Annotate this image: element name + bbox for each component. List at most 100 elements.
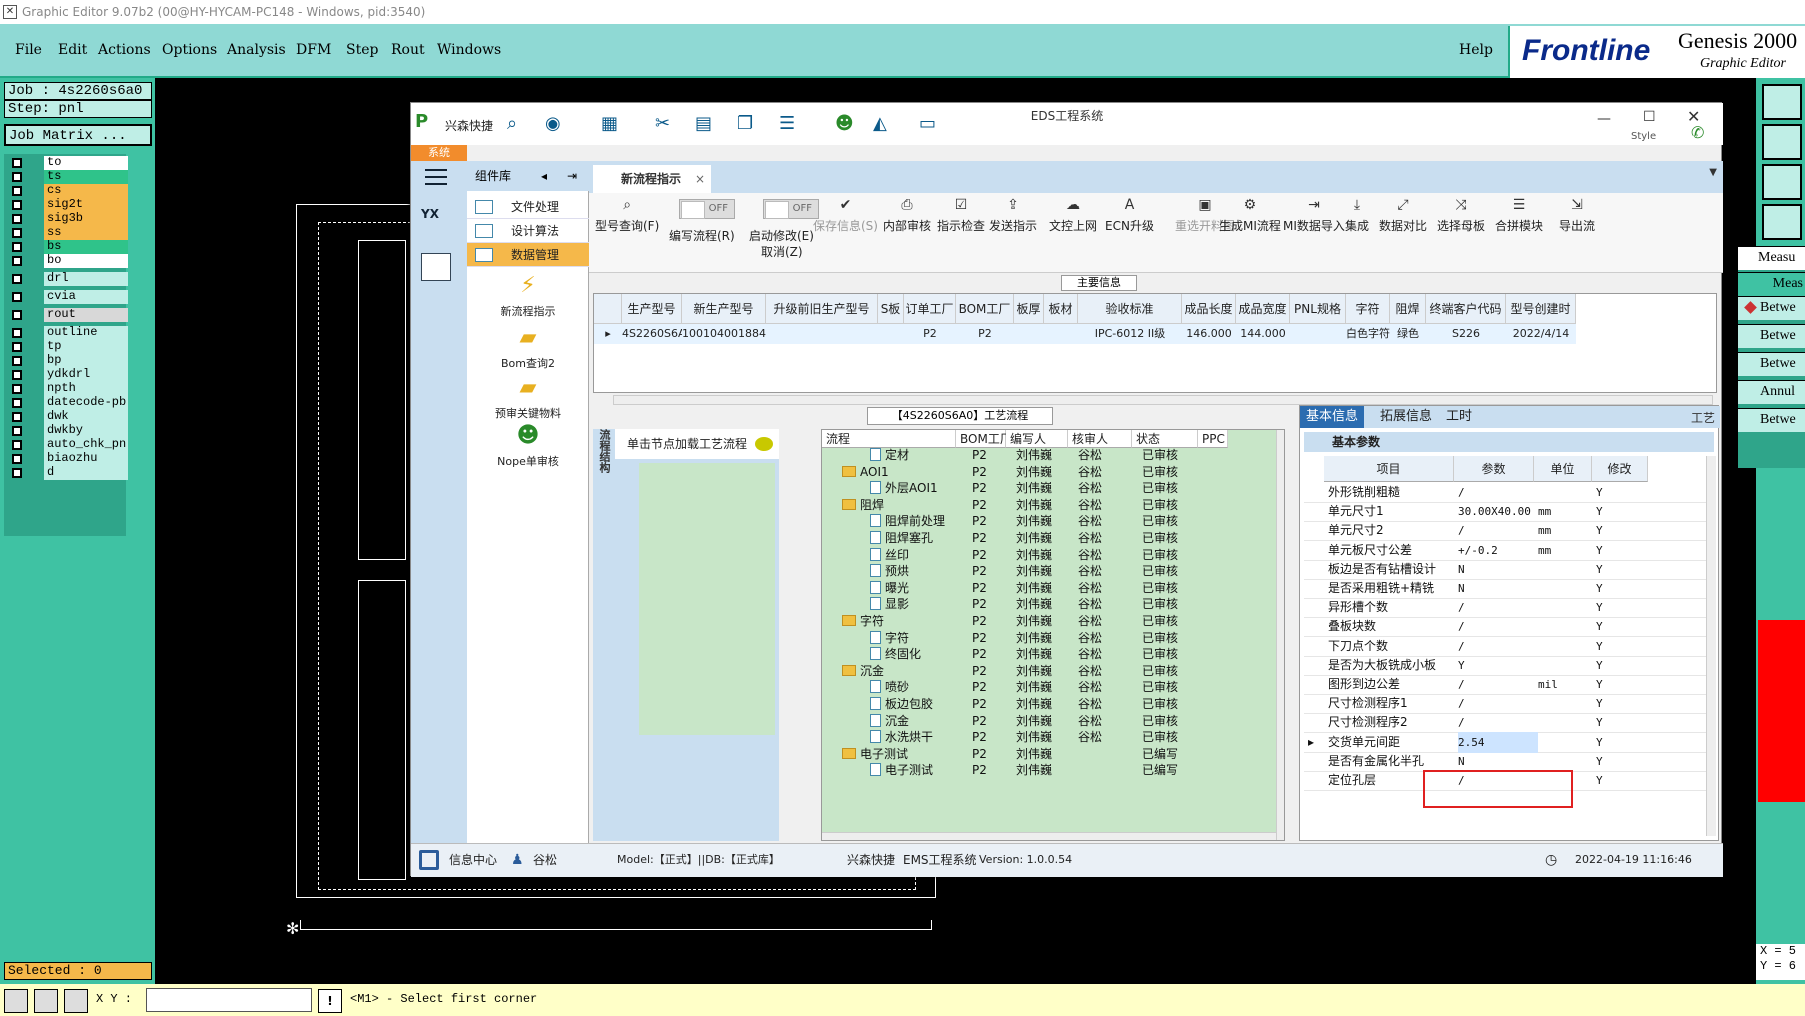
param-row[interactable]: 尺寸检测程序2 / Y <box>1304 712 1706 734</box>
style-dropdown[interactable]: Style <box>1631 131 1656 142</box>
param-row[interactable]: 是否有金属化半孔 N Y <box>1304 751 1706 772</box>
param-row[interactable]: 单元尺寸1 30.00X40.00 mm Y <box>1304 501 1706 523</box>
grid-cell[interactable]: 10010400188446 <box>682 324 766 344</box>
param-row[interactable]: 板边是否有钻槽设计 N Y <box>1304 559 1706 580</box>
param-value[interactable]: N <box>1458 751 1538 772</box>
layer-row[interactable]: dwk <box>8 410 128 424</box>
ribbon-button[interactable]: ⇥ MI数据导入 <box>1283 193 1345 234</box>
grid-cell[interactable]: 144.000 <box>1236 324 1290 344</box>
comp-item-algorithm[interactable]: 设计算法 <box>467 219 589 243</box>
param-value[interactable]: Y <box>1458 655 1538 676</box>
param-value[interactable]: / <box>1458 616 1538 637</box>
menu-options[interactable]: Options <box>162 42 217 58</box>
layer-row[interactable]: bo <box>8 254 128 268</box>
grid-cell[interactable]: 白色字符 <box>1346 324 1390 344</box>
grid-cell[interactable] <box>766 324 878 344</box>
menu-dfm[interactable]: DFM <box>296 42 331 58</box>
layer-row[interactable]: d <box>8 466 128 480</box>
grid-cell[interactable] <box>1044 324 1078 344</box>
grid-header[interactable]: 阻焊 <box>1390 294 1426 324</box>
layer-row[interactable]: ydkdrl <box>8 368 128 382</box>
collapse-left-icon[interactable]: ◂ <box>541 161 547 191</box>
tool-button-1[interactable] <box>1762 84 1802 120</box>
menu-step[interactable]: Step <box>346 42 378 58</box>
param-row[interactable]: 单元尺寸2 /mm Y <box>1304 520 1706 542</box>
menu-actions[interactable]: Actions <box>98 42 151 58</box>
ribbon-button[interactable]: ⤓ 集成 <box>1345 193 1369 234</box>
start-modify-toggle[interactable]: OFF <box>763 199 819 219</box>
param-value[interactable]: / <box>1458 636 1538 657</box>
tool-bom-query[interactable]: ▰ Bom查询2 <box>467 325 589 371</box>
measure-option-5[interactable]: Betwe <box>1738 408 1805 432</box>
tab-work-hours[interactable]: 工时 <box>1440 406 1478 428</box>
layer-checkbox[interactable] <box>12 398 22 408</box>
tool-button-4[interactable] <box>1762 204 1802 240</box>
ribbon-button[interactable]: ⤢ 数据对比 <box>1379 193 1427 234</box>
layer-checkbox[interactable] <box>12 274 22 284</box>
grid-header[interactable]: 板厚 <box>1014 294 1044 324</box>
layer-checkbox[interactable] <box>12 454 22 464</box>
grid-cell[interactable] <box>1014 324 1044 344</box>
grid-tool-icon[interactable] <box>64 989 88 1013</box>
layer-row[interactable]: npth <box>8 382 128 396</box>
layer-checkbox[interactable] <box>12 384 22 394</box>
layer-row[interactable]: tp <box>8 340 128 354</box>
layer-checkbox[interactable] <box>12 468 22 478</box>
layer-row[interactable]: to <box>8 156 128 170</box>
grid-header[interactable]: 新生产型号 <box>682 294 766 324</box>
param-row[interactable]: ▸ 交货单元间距 2.54 Y <box>1304 731 1706 753</box>
grid-cell[interactable] <box>1290 324 1346 344</box>
grid-header[interactable]: 验收标准 <box>1078 294 1182 324</box>
tab-new-flow[interactable]: 新流程指示 × <box>593 165 711 193</box>
layer-checkbox[interactable] <box>12 426 22 436</box>
tool-nope-review[interactable]: ☻ Nope单审核 <box>467 423 589 469</box>
param-value[interactable]: N <box>1458 578 1538 599</box>
layer-checkbox[interactable] <box>12 328 22 338</box>
grid-header[interactable]: BOM工厂 <box>956 294 1014 324</box>
windows-icon[interactable] <box>419 850 439 870</box>
layer-row[interactable]: bs <box>8 240 128 254</box>
layer-row[interactable]: rout <box>8 308 128 322</box>
menu-help[interactable]: Help <box>1459 42 1493 58</box>
param-row[interactable]: 外形铣削粗糙 / Y <box>1304 482 1706 503</box>
cancel-button[interactable]: 取消(Z) <box>761 243 803 260</box>
grid-header[interactable]: 型号创建时 <box>1506 294 1576 324</box>
ribbon-button[interactable]: ✔ 保存信息(S) <box>813 193 878 234</box>
param-row[interactable]: 单元板尺寸公差 +/-0.2 mm Y <box>1304 540 1706 561</box>
grid-cell[interactable] <box>878 324 904 344</box>
job-matrix-button[interactable]: Job Matrix ... <box>4 124 152 146</box>
data-nav-icon[interactable] <box>421 253 451 281</box>
zoom-tool-icon[interactable] <box>4 989 28 1013</box>
layer-row[interactable]: datecode-pb <box>8 396 128 410</box>
layer-checkbox[interactable] <box>12 228 22 238</box>
grid-header[interactable]: 成品宽度 <box>1236 294 1290 324</box>
param-vertical-scrollbar[interactable] <box>1706 456 1716 836</box>
comp-item-file[interactable]: 文件处理 <box>467 195 589 219</box>
tree-vertical-scrollbar[interactable] <box>1276 430 1284 840</box>
tool-button-2[interactable] <box>1762 124 1802 160</box>
grid-horizontal-scrollbar[interactable] <box>613 395 1713 405</box>
param-value[interactable]: / <box>1458 674 1538 695</box>
pin-icon[interactable]: ⇥ <box>567 161 577 191</box>
layer-checkbox[interactable] <box>12 242 22 252</box>
tree-horizontal-scrollbar[interactable] <box>822 832 1276 840</box>
grid-cell[interactable]: 146.000 <box>1182 324 1236 344</box>
ribbon-button[interactable]: ☁ 文控上网 <box>1049 193 1097 234</box>
grid-cell[interactable]: 4S2260S6A0 <box>622 324 682 344</box>
measure-option-3[interactable]: Betwe <box>1738 352 1805 376</box>
layer-row[interactable]: sig2t <box>8 198 128 212</box>
grid-header[interactable]: S板 <box>878 294 904 324</box>
grid-header[interactable]: 生产型号 <box>622 294 682 324</box>
grid-cell[interactable]: IPC-6012 II级 <box>1078 324 1182 344</box>
grid-cell[interactable]: 2022/4/14 <box>1506 324 1576 344</box>
ribbon-button[interactable]: ⇲ 导出流 <box>1559 193 1595 234</box>
phone-icon[interactable]: ✆ <box>1691 123 1704 142</box>
layer-checkbox[interactable] <box>12 412 22 422</box>
menu-windows[interactable]: Windows <box>437 42 501 58</box>
measure-option-4[interactable]: Annul <box>1738 380 1805 404</box>
tab-menu-icon[interactable]: ▼ <box>1709 167 1717 178</box>
measure-option-2[interactable]: Betwe <box>1738 324 1805 348</box>
grid-header[interactable]: 订单工厂 <box>904 294 956 324</box>
param-row[interactable]: 叠板块数 / Y <box>1304 616 1706 638</box>
info-icon[interactable]: ! <box>318 989 342 1013</box>
